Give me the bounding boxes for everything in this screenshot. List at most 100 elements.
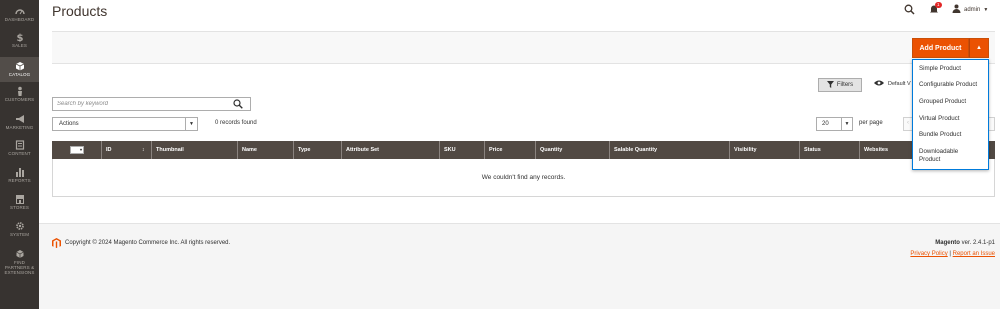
column-header-price[interactable]: Price [485,141,536,159]
gear-icon [0,221,39,231]
report-issue-link[interactable]: Report an Issue [953,251,995,257]
records-count: 0 records found [215,120,257,126]
menu-item-grouped-product[interactable]: Grouped Product [919,98,985,106]
sidebar-item-label: CUSTOMERS [4,97,35,102]
add-product-split-button: Add Product ▲ [912,38,989,58]
sidebar-item-marketing[interactable]: MARKETING [0,114,39,134]
column-header-type[interactable]: Type [294,141,342,159]
bar-chart-icon [0,167,39,177]
column-header-thumbnail[interactable]: Thumbnail [152,141,238,159]
sidebar-item-label: SALES [11,43,27,48]
add-product-button[interactable]: Add Product [912,38,969,58]
page-body: Products 1 admin ▼ Add Product ▲ Simple … [39,0,1000,223]
mass-select-checkbox[interactable]: ▾ [70,146,84,154]
mass-actions-value: Actions [59,121,79,127]
column-header-salable-quantity: Salable Quantity [610,141,730,159]
catalog-box-icon [0,61,39,71]
footer-links: Privacy Policy | Report an Issue [910,251,995,257]
sidebar-item-label: CATALOG [8,72,31,77]
filters-label: Filters [836,82,854,88]
admin-user-menu[interactable]: admin ▼ [952,4,988,15]
view-selector[interactable]: Default V [874,80,911,88]
store-icon [0,194,39,204]
empty-grid-message: We couldn't find any records. [481,174,566,181]
sidebar-item-label: DASHBOARD [4,17,35,22]
menu-item-downloadable-product[interactable]: Downloadable Product [919,148,974,163]
search-input[interactable] [53,98,228,110]
menu-item-configurable-product[interactable]: Configurable Product [919,81,985,89]
page-title: Products [52,3,108,19]
mass-select-column: ▾ [52,141,102,159]
admin-sidebar: DASHBOARD $ SALES CATALOG CUSTOMERS MARK… [0,0,39,309]
copyright-text: Copyright © 2024 Magento Commerce Inc. A… [65,240,231,246]
cubes-icon [0,249,39,259]
menu-item-virtual-product[interactable]: Virtual Product [919,115,985,123]
per-page-value: 20 [822,121,829,127]
link-separator: | [949,251,951,257]
filters-button[interactable]: Filters [818,78,862,92]
chevron-down-icon: ▼ [841,118,852,130]
sidebar-item-label: SYSTEM [9,232,30,237]
user-name: admin [964,6,981,13]
grid-body: We couldn't find any records. [52,159,995,197]
privacy-policy-link[interactable]: Privacy Policy [910,251,947,257]
search-icon[interactable] [904,4,915,17]
sidebar-item-stores[interactable]: STORES [0,194,39,214]
sidebar-item-system[interactable]: SYSTEM [0,221,39,241]
main-content: Products 1 admin ▼ Add Product ▲ Simple … [39,0,1000,309]
mass-actions-select[interactable]: Actions ▼ [52,117,198,131]
sidebar-item-catalog[interactable]: CATALOG [0,57,39,82]
menu-item-simple-product[interactable]: Simple Product [919,65,985,73]
column-header-status[interactable]: Status [800,141,860,159]
svg-text:$: $ [16,33,23,42]
chevron-down-icon: ▼ [983,6,989,13]
sidebar-item-customers[interactable]: CUSTOMERS [0,86,39,106]
column-header-id[interactable]: ID ↕ [102,141,152,159]
magento-logo-icon [52,238,61,250]
eye-icon [874,80,884,88]
sidebar-item-content[interactable]: CONTENT [0,140,39,160]
column-header-attribute-set[interactable]: Attribute Set [342,141,440,159]
previous-page-icon[interactable]: ‹ [907,120,909,126]
sort-arrows-icon: ↕ [142,147,145,153]
funnel-icon [826,80,834,90]
view-label: Default V [888,81,911,87]
column-header-sku[interactable]: SKU [440,141,485,159]
column-header-name[interactable]: Name [238,141,294,159]
column-header-visibility[interactable]: Visibility [730,141,800,159]
sidebar-item-dashboard[interactable]: DASHBOARD [0,6,39,26]
notification-count-badge: 1 [935,2,942,8]
sidebar-item-label: MARKETING [5,125,34,130]
per-page-select[interactable]: 20 ▼ [816,117,853,131]
search-icon[interactable] [233,99,243,111]
page-actions-bar [52,31,995,64]
per-page-label: per page [859,120,883,126]
add-product-toggle-button[interactable]: ▲ [969,38,989,58]
add-product-dropdown-menu: Simple Product Configurable Product Grou… [912,59,989,170]
grid-header-row: ▾ ID ↕ Thumbnail Name Type Attribute Set… [52,141,995,159]
products-grid: ▾ ID ↕ Thumbnail Name Type Attribute Set… [52,141,995,197]
megaphone-icon [0,114,39,124]
chevron-down-icon: ▼ [185,118,197,130]
user-icon [952,4,961,15]
menu-item-bundle-product[interactable]: Bundle Product [919,131,985,139]
content-icon [0,140,39,150]
dollar-icon: $ [0,32,39,42]
version-brand: Magento [935,240,960,246]
dashboard-icon [0,6,39,16]
sidebar-item-reports[interactable]: REPORTS [0,167,39,187]
sidebar-item-label: FIND PARTNERS & EXTENSIONS [4,260,35,275]
page-footer: Copyright © 2024 Magento Commerce Inc. A… [39,223,1000,309]
magento-version: Magento ver. 2.4.1-p1 [935,240,995,246]
sidebar-item-label: STORES [9,205,30,210]
person-icon [0,86,39,96]
sidebar-item-sales[interactable]: $ SALES [0,32,39,52]
version-number: ver. 2.4.1-p1 [959,240,995,246]
sidebar-item-label: CONTENT [8,151,31,156]
caret-up-icon: ▲ [976,45,982,51]
sidebar-item-label: REPORTS [8,178,31,183]
column-header-quantity[interactable]: Quantity [536,141,610,159]
notifications-bell-icon[interactable]: 1 [929,2,942,16]
keyword-search-box [52,97,251,111]
sidebar-item-find-partners[interactable]: FIND PARTNERS & EXTENSIONS [0,249,39,279]
